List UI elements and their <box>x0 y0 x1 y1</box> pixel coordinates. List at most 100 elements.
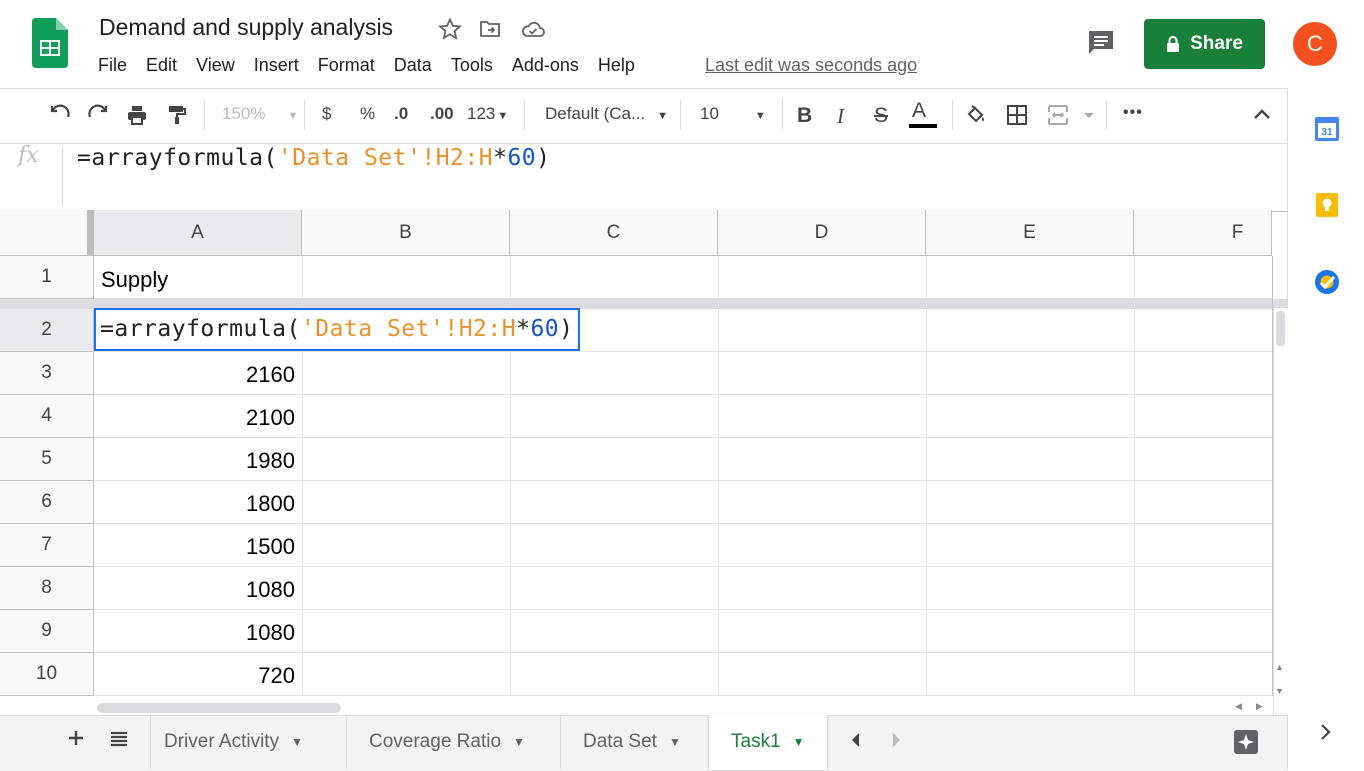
formula-input[interactable]: =arrayformula('Data Set'!H2:H*60) <box>77 145 551 171</box>
sheets-logo-icon[interactable] <box>32 18 68 68</box>
menu-bar: File Edit View Insert Format Data Tools … <box>98 55 654 79</box>
cell-a10[interactable]: 720 <box>100 663 295 689</box>
row-header-5[interactable]: 5 <box>0 438 94 481</box>
menu-insert[interactable]: Insert <box>254 55 299 79</box>
row-header-3[interactable]: 3 <box>0 352 94 395</box>
zoom-value: 150% <box>222 104 266 123</box>
font-size-select[interactable]: 10 ▼ <box>700 104 766 124</box>
cell-a4[interactable]: 2100 <box>100 405 295 431</box>
text-color-button[interactable]: A <box>909 99 937 128</box>
scroll-up-icon[interactable]: ▲ <box>1275 662 1284 672</box>
row-header-4[interactable]: 4 <box>0 395 94 438</box>
tab-data-set[interactable]: Data Set ▼ <box>583 715 681 769</box>
editor-range: 'Data Set'!H2:H <box>300 316 517 342</box>
horizontal-scrollbar-thumb[interactable] <box>97 703 341 713</box>
row-header-10[interactable]: 10 <box>0 653 94 696</box>
column-header-a[interactable]: A <box>94 210 302 256</box>
cell-a6[interactable]: 1800 <box>100 491 295 517</box>
tab-scroll-left-icon[interactable] <box>849 731 861 754</box>
expand-panel-icon[interactable] <box>1318 722 1334 747</box>
editor-close-paren: ) <box>559 316 574 342</box>
menu-file[interactable]: File <box>98 55 127 79</box>
row-header-7[interactable]: 7 <box>0 524 94 567</box>
tab-task1[interactable]: Task1 ▼ <box>731 715 805 769</box>
chevron-down-icon: ▼ <box>657 110 669 122</box>
cell-a7[interactable]: 1500 <box>100 534 295 560</box>
scroll-left-icon[interactable]: ◀ <box>1235 701 1242 712</box>
more-options-button[interactable]: ••• <box>1123 104 1143 122</box>
document-title[interactable]: Demand and supply analysis <box>99 14 393 41</box>
add-sheet-icon[interactable] <box>66 728 86 753</box>
vertical-scrollbar-thumb[interactable] <box>1276 311 1285 346</box>
tasks-icon[interactable] <box>1314 269 1340 300</box>
font-size-value: 10 <box>700 104 719 123</box>
cell-a8[interactable]: 1080 <box>100 577 295 603</box>
decrease-decimal-button[interactable]: .0 <box>394 104 408 124</box>
scroll-right-icon[interactable]: ▶ <box>1256 701 1263 712</box>
keep-icon[interactable] <box>1314 192 1340 223</box>
scroll-down-icon[interactable]: ▼ <box>1275 686 1284 696</box>
cloud-saved-icon[interactable] <box>520 17 546 41</box>
column-header-b[interactable]: B <box>302 210 510 256</box>
cell-a9[interactable]: 1080 <box>100 620 295 646</box>
tab-scroll-right-icon[interactable] <box>891 731 903 754</box>
cell-a5[interactable]: 1980 <box>100 448 295 474</box>
avatar[interactable]: C <box>1293 22 1337 66</box>
menu-addons[interactable]: Add-ons <box>512 55 579 79</box>
redo-icon[interactable] <box>86 103 110 132</box>
column-header-e[interactable]: E <box>926 210 1134 256</box>
explore-icon[interactable] <box>1233 729 1259 760</box>
currency-button[interactable]: $ <box>322 104 331 124</box>
menu-edit[interactable]: Edit <box>146 55 177 79</box>
move-folder-icon[interactable] <box>478 17 502 41</box>
borders-icon[interactable] <box>1005 103 1029 132</box>
zoom-select[interactable]: 150% ▼ <box>222 104 298 124</box>
cell-a3[interactable]: 2160 <box>100 362 295 388</box>
column-header-f[interactable]: F <box>1134 210 1272 256</box>
percent-button[interactable]: % <box>360 104 375 124</box>
row-header-6[interactable]: 6 <box>0 481 94 524</box>
menu-view[interactable]: View <box>196 55 235 79</box>
fill-color-icon[interactable] <box>964 103 988 132</box>
text-color-swatch <box>909 124 937 128</box>
row-header-1[interactable]: 1 <box>0 256 94 299</box>
share-label: Share <box>1190 33 1243 54</box>
menu-format[interactable]: Format <box>318 55 375 79</box>
italic-button[interactable]: I <box>837 104 844 129</box>
formula-number: 60 <box>507 145 537 171</box>
star-icon[interactable] <box>438 17 462 41</box>
row-header-9[interactable]: 9 <box>0 610 94 653</box>
merge-cells-icon[interactable] <box>1046 103 1094 132</box>
formula-range: 'Data Set'!H2:H <box>277 145 494 171</box>
menu-data[interactable]: Data <box>394 55 432 79</box>
cell-a2-editor[interactable]: =arrayformula('Data Set'!H2:H*60) <box>94 308 580 351</box>
menu-tools[interactable]: Tools <box>451 55 493 79</box>
tab-driver-activity[interactable]: Driver Activity ▼ <box>164 715 303 769</box>
menu-help[interactable]: Help <box>598 55 635 79</box>
more-formats-button[interactable]: 123 ▼ <box>467 104 508 124</box>
column-header-d[interactable]: D <box>718 210 926 256</box>
strikethrough-button[interactable]: S <box>874 104 888 128</box>
formula-close-paren: ) <box>536 145 551 171</box>
bold-button[interactable]: B <box>797 104 812 128</box>
tab-coverage-ratio[interactable]: Coverage Ratio ▼ <box>369 715 525 769</box>
undo-icon[interactable] <box>48 103 72 132</box>
row-header-2[interactable]: 2 <box>0 309 94 352</box>
column-header-c[interactable]: C <box>510 210 718 256</box>
vertical-scrollbar-track[interactable] <box>1273 308 1288 715</box>
font-select[interactable]: Default (Ca... ▼ <box>545 104 668 124</box>
collapse-toolbar-icon[interactable] <box>1251 104 1273 131</box>
last-edit-link[interactable]: Last edit was seconds ago <box>705 55 917 76</box>
cell-a1[interactable]: Supply <box>101 267 168 293</box>
share-button[interactable]: Share <box>1144 19 1265 69</box>
print-icon[interactable] <box>125 103 149 132</box>
all-sheets-icon[interactable] <box>109 729 129 754</box>
paint-format-icon[interactable] <box>165 103 189 132</box>
chevron-down-icon: ▼ <box>754 110 766 122</box>
freeze-column-handle[interactable] <box>87 210 94 256</box>
select-all-corner[interactable] <box>0 210 94 256</box>
increase-decimal-button[interactable]: .00 <box>430 104 454 124</box>
comments-icon[interactable] <box>1086 28 1116 58</box>
calendar-icon[interactable]: 31 <box>1314 116 1340 147</box>
row-header-8[interactable]: 8 <box>0 567 94 610</box>
